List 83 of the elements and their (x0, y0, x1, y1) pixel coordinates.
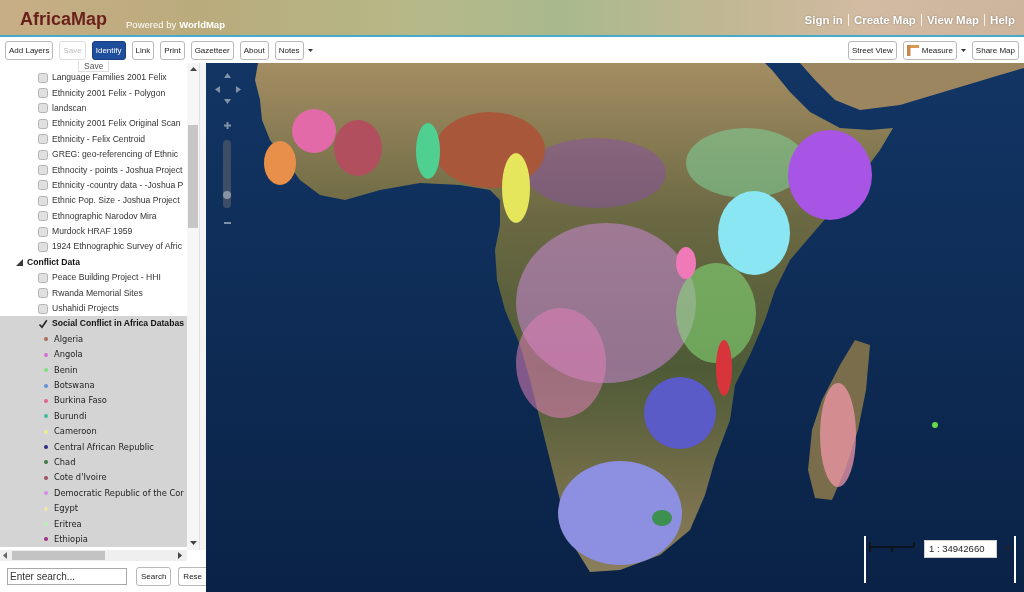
layer-label[interactable]: 1924 Ethnographic Survey of Afric (52, 241, 182, 253)
checkbox[interactable] (38, 272, 48, 283)
layer-label[interactable]: GREG: geo-referencing of Ethnic (52, 149, 179, 161)
layer-label[interactable]: Ethnicity 2001 Felix - Polygon (52, 87, 166, 99)
checkbox[interactable] (38, 134, 48, 145)
checkbox[interactable] (38, 226, 48, 237)
pan-down-icon[interactable] (223, 98, 231, 104)
zoom-in-icon[interactable] (223, 121, 231, 129)
zoom-slider[interactable] (223, 140, 231, 208)
legend-label: Burundi (54, 410, 87, 422)
identify-button[interactable]: Identify (91, 40, 126, 60)
site-logo[interactable]: AfricaMap (20, 8, 108, 30)
zoom-slider-thumb[interactable] (223, 191, 231, 199)
caret-icon[interactable] (307, 48, 313, 52)
scrollbar-thumb[interactable] (12, 551, 105, 560)
street-view-button[interactable]: Street View (847, 40, 897, 60)
layer-label[interactable]: Rwanda Memorial Sites (52, 287, 143, 299)
legend-label: Eritrea (54, 518, 82, 530)
rese-button[interactable]: Rese (178, 567, 206, 586)
checkbox[interactable] (38, 103, 48, 114)
layer-label[interactable]: Ethnic Pop. Size - Joshua Project (52, 195, 180, 207)
checkbox[interactable] (38, 211, 48, 222)
legend-label: Algeria (54, 333, 84, 345)
layer-label[interactable]: Murdock HRAF 1959 (52, 226, 133, 238)
add-layers-button[interactable]: Add Layers (5, 40, 54, 60)
horizontal-scrollbar[interactable] (0, 550, 187, 561)
print-button[interactable]: Print (160, 40, 185, 60)
share-map-button[interactable]: Share Map (971, 40, 1019, 60)
search-field[interactable]: Enter search... (7, 568, 127, 585)
legend-label: Cameroon (54, 426, 97, 438)
gazetteer-button[interactable]: Gazetteer (190, 40, 234, 60)
checkbox[interactable] (38, 180, 48, 191)
measure-button[interactable]: Measure (902, 40, 957, 60)
checkbox[interactable] (38, 318, 48, 329)
checkbox[interactable] (38, 88, 48, 99)
checkbox[interactable] (38, 242, 48, 252)
caret-icon[interactable] (960, 48, 966, 52)
pan-left-icon[interactable] (214, 85, 220, 93)
scroll-right-icon[interactable] (178, 552, 182, 559)
vertical-scrollbar[interactable] (187, 63, 199, 550)
about-button[interactable]: About (239, 40, 269, 60)
checkbox[interactable] (38, 165, 48, 176)
scale-select[interactable]: 1 : 34942660 (924, 540, 997, 558)
scroll-left-icon[interactable] (3, 552, 7, 559)
ruler-icon (906, 44, 919, 56)
legend-label: Benin (54, 364, 78, 376)
layer-label[interactable]: Peace Building Project - HHI (52, 272, 161, 284)
legend-label: Chad (54, 456, 76, 468)
layer-label[interactable]: Language Families 2001 Felix (52, 72, 167, 84)
layer-label[interactable]: Ushahidi Projects (52, 303, 119, 315)
scale-bar-icon (869, 542, 915, 552)
tree-toggle-icon[interactable] (16, 258, 23, 266)
legend-label: Democratic Republic of the Cor (54, 487, 184, 499)
pan-right-icon[interactable] (235, 85, 241, 93)
legend-label: Cote d'Ivoire (54, 472, 107, 484)
group-label[interactable]: Conflict Data (27, 256, 80, 268)
scrollbar-thumb[interactable] (188, 125, 198, 228)
legend-label: Angola (54, 349, 83, 361)
layer-label[interactable]: landscan (52, 102, 87, 114)
pan-up-icon[interactable] (223, 72, 231, 78)
checkbox[interactable] (38, 303, 48, 314)
legend-label: Botswana (54, 380, 95, 391)
legend-label: Ethiopia (54, 533, 88, 545)
legend-label: Central African Republic (54, 441, 154, 453)
checkbox[interactable] (38, 72, 48, 83)
checkbox[interactable] (38, 288, 48, 299)
notes-button[interactable]: Notes (274, 40, 304, 60)
scroll-up-icon[interactable] (189, 67, 197, 71)
layer-label[interactable]: Ethnographic Narodov Mira (52, 210, 157, 222)
checkbox[interactable] (38, 195, 48, 206)
powered-by-text: Powered by (126, 19, 177, 30)
layer-label[interactable]: Social Conflict in Africa Databas (52, 318, 184, 330)
checkbox[interactable] (38, 149, 48, 160)
layer-label[interactable]: Ethnicity -country data - -Joshua P (52, 179, 184, 191)
link-button[interactable]: Link (131, 40, 155, 60)
layer-label[interactable]: Ethnicity - Felix Centroid (52, 133, 146, 145)
layer-label[interactable]: Ethnicity 2001 Felix Original Scan (52, 118, 181, 130)
layer-label[interactable]: Ethnocity - points - Joshua Project (52, 164, 183, 176)
legend-label: Burkina Faso (54, 395, 107, 407)
checkbox[interactable] (38, 118, 48, 129)
scroll-down-icon[interactable] (189, 541, 197, 545)
legend-label: Egypt (54, 503, 78, 515)
search-button[interactable]: Search (136, 567, 172, 586)
